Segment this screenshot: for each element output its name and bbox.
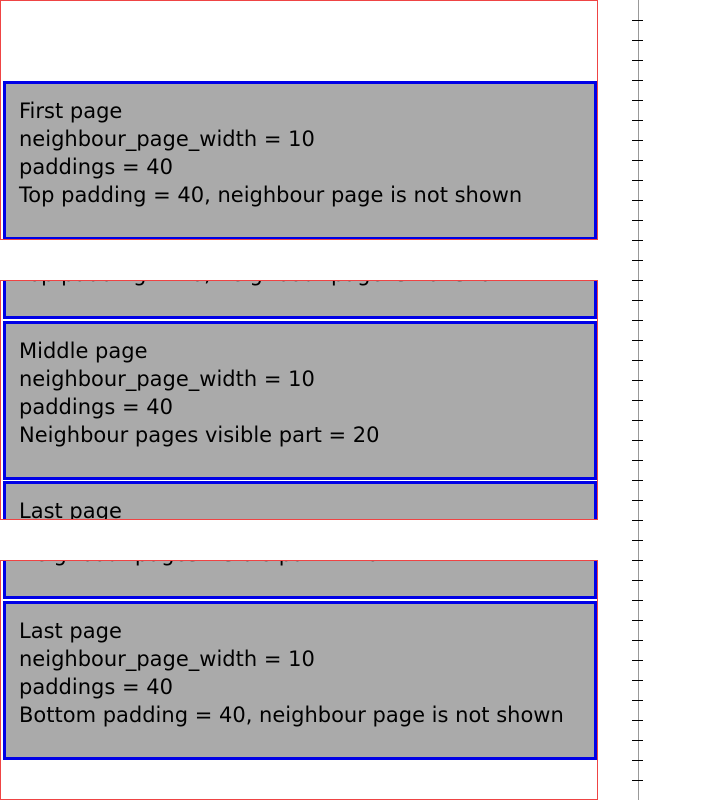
ruler-tick [632, 580, 643, 581]
ruler-tick [632, 200, 643, 201]
ruler-tick [632, 680, 643, 681]
last-page-card: Last page neighbour_page_width = 10 padd… [3, 601, 597, 760]
ruler-tick [632, 400, 643, 401]
middle-page-note: Neighbour pages visible part = 20 [19, 423, 380, 447]
last-page-note: Bottom padding = 40, neighbour page is n… [19, 703, 564, 727]
ruler-tick [632, 640, 643, 641]
ruler-tick [632, 520, 643, 521]
first-page-title: First page [19, 99, 123, 123]
ruler-tick [632, 540, 643, 541]
ruler-tick [632, 20, 643, 21]
ruler-tick [632, 60, 643, 61]
ruler-tick [632, 180, 643, 181]
viewport-first-page: First page neighbour_page_width = 10 pad… [0, 0, 598, 240]
middle-page-card: Middle page neighbour_page_width = 10 pa… [3, 321, 597, 480]
ruler-tick [632, 440, 643, 441]
ruler-tick [632, 320, 643, 321]
next-page-title: Last page [19, 499, 122, 520]
middle-page-title: Middle page [19, 339, 148, 363]
ruler-tick [632, 260, 643, 261]
ruler-tick [632, 500, 643, 501]
middle-page-paddings-line: paddings = 40 [19, 395, 173, 419]
ruler-tick [632, 420, 643, 421]
ruler-tick [632, 220, 643, 221]
ruler-tick [632, 40, 643, 41]
previous-page-card: First page neighbour_page_width = 10 pad… [3, 281, 597, 319]
ruler-tick [632, 380, 643, 381]
ruler-tick [632, 700, 643, 701]
first-page-paddings-line: paddings = 40 [19, 155, 173, 179]
ruler-tick [632, 280, 643, 281]
ruler-tick [632, 80, 643, 81]
ruler-tick [632, 240, 643, 241]
last-page-title: Last page [19, 619, 122, 643]
middle-page-width-line: neighbour_page_width = 10 [19, 367, 315, 391]
ruler-tick [632, 620, 643, 621]
ruler-tick [632, 360, 643, 361]
previous-middle-page-card: Middle page neighbour_page_width = 10 pa… [3, 561, 597, 599]
ruler-tick [632, 560, 643, 561]
first-page-card: First page neighbour_page_width = 10 pad… [3, 81, 597, 239]
ruler-tick [632, 300, 643, 301]
ruler-tick [632, 600, 643, 601]
ruler-tick [632, 720, 643, 721]
ruler-tick [632, 780, 643, 781]
ruler-tick [632, 760, 643, 761]
last-page-paddings-line: paddings = 40 [19, 675, 173, 699]
previous-middle-page-note: Neighbour pages visible part = 20 [19, 561, 380, 568]
last-page-width-line: neighbour_page_width = 10 [19, 647, 315, 671]
ruler-tick [632, 660, 643, 661]
first-page-note: Top padding = 40, neighbour page is not … [19, 183, 523, 207]
ruler-tick [632, 160, 643, 161]
ruler-tick [632, 120, 643, 121]
ruler-tick [632, 140, 643, 141]
ruler-tick [632, 100, 643, 101]
ruler-tick [632, 460, 643, 461]
viewport-last-page: Middle page neighbour_page_width = 10 pa… [0, 560, 598, 800]
ruler-tick [632, 340, 643, 341]
viewport-middle-page: First page neighbour_page_width = 10 pad… [0, 280, 598, 520]
next-page-card: Last page neighbour_page_width = 10 padd… [3, 481, 597, 520]
ruler-tick [632, 740, 643, 741]
first-page-width-line: neighbour_page_width = 10 [19, 127, 315, 151]
previous-page-note: Top padding = 40, neighbour page is not … [19, 281, 522, 288]
ruler-tick [632, 480, 643, 481]
